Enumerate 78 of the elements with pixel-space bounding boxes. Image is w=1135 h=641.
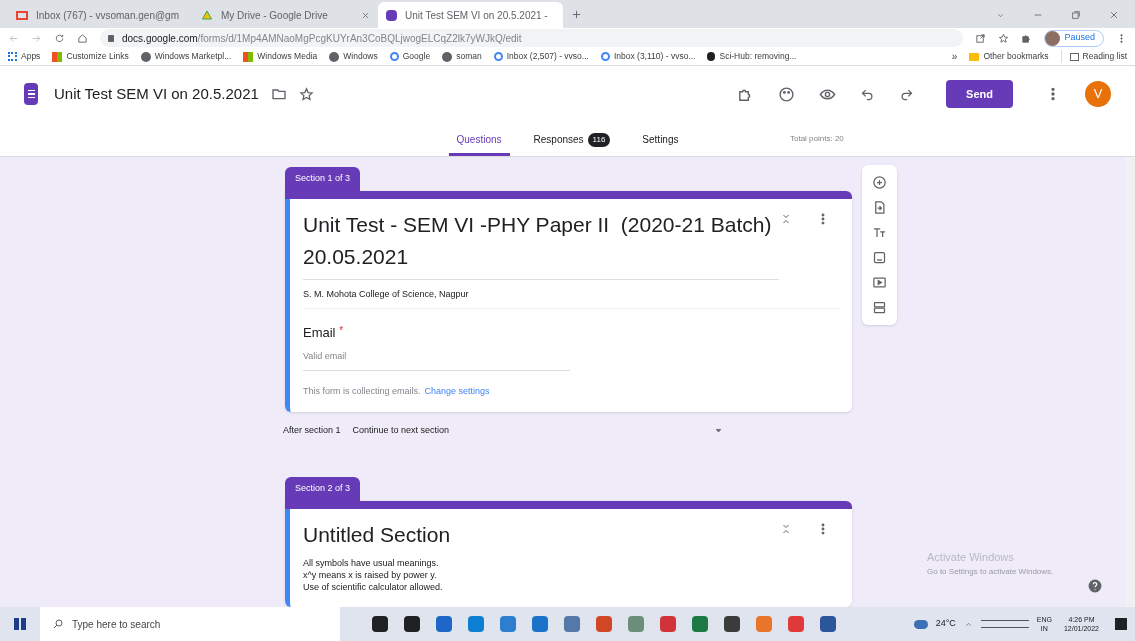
reload-icon[interactable] (54, 32, 65, 44)
collapse-icon[interactable] (780, 523, 792, 535)
star-icon[interactable] (998, 32, 1010, 44)
forms-logo-icon (24, 83, 38, 105)
close-icon[interactable] (361, 10, 370, 20)
triangle-icon (201, 9, 213, 21)
email-label: Email * (303, 323, 345, 342)
home-icon[interactable] (77, 32, 88, 44)
app-icon[interactable] (724, 616, 740, 632)
section-icon[interactable] (872, 300, 887, 315)
form-tab[interactable]: Settings (634, 126, 687, 156)
lock-icon (108, 34, 114, 42)
email-field[interactable]: Valid email (303, 350, 570, 371)
reading-list-button[interactable]: Reading list (1060, 50, 1127, 63)
form-title: Unit Test SEM VI on 20.5.2021 (54, 83, 259, 104)
info-text: This form is collecting emails. (303, 384, 421, 398)
browser-tab[interactable]: My Drive - Google Drive (193, 2, 378, 28)
mail-icon (16, 10, 28, 20)
bookmark-link[interactable]: soman (442, 50, 482, 63)
bookmark-link[interactable]: Windows Marketpl... (140, 50, 232, 63)
after-section-label: After section 1 (283, 424, 341, 438)
app-icon[interactable] (820, 616, 836, 632)
bookmark-link[interactable]: Windows (329, 50, 378, 63)
bookmark-link[interactable]: Windows Media (243, 50, 318, 63)
collapse-icon[interactable] (780, 212, 792, 225)
help-icon[interactable] (1088, 579, 1102, 593)
bookmark-folder[interactable]: Other bookmarks (969, 50, 1049, 63)
description-text: Use of scientific calculator allowed. (303, 581, 444, 593)
tab-title: My Drive - Google Drive (221, 8, 329, 23)
star-icon[interactable] (298, 86, 314, 102)
form-tab[interactable]: Questions (448, 126, 510, 156)
bookmark-link[interactable]: Apps (8, 50, 41, 63)
activation-note: Go to Settings to activate Windows. (927, 565, 1054, 578)
taskbar-search-field[interactable]: Type here to search (40, 607, 340, 641)
address-bar[interactable]: docs.google.com/forms/d/1Mp4AMNaoMgPcgKUYrAn3CoBQLjwogELCqZ2lk7yWJkQ/edit (100, 29, 964, 47)
text-format-icon[interactable] (872, 225, 887, 240)
avatar-icon (1045, 30, 1061, 46)
maximize-icon[interactable] (1071, 10, 1081, 20)
total-points-text: Total points: 20 (790, 133, 844, 145)
new-tab-icon[interactable] (571, 9, 582, 20)
tab-title: Unit Test SEM VI on 20.5.2021 - (405, 8, 548, 23)
browser-tab[interactable]: Unit Test SEM VI on 20.5.2021 - (378, 2, 563, 28)
bookmark-link[interactable]: Inbox (2,507) - vvso... (493, 50, 589, 63)
activation-title: Activate Windows (927, 550, 1015, 565)
count-badge: 116 (587, 132, 611, 147)
app-icon[interactable] (372, 616, 388, 632)
form-tab[interactable]: Responses 116 (525, 126, 619, 156)
search-icon (52, 618, 64, 630)
close-icon[interactable] (1109, 10, 1119, 20)
navigation-dropdown[interactable]: Continue to next section (352, 424, 723, 438)
folder-icon[interactable] (270, 86, 287, 102)
app-icon[interactable] (404, 616, 420, 632)
cloud-icon (913, 619, 928, 629)
bookmark-link[interactable]: Sci-Hub: removing... (707, 50, 797, 63)
puzzle-icon[interactable] (1021, 32, 1033, 44)
bookmark-link[interactable]: Inbox (3,110) - vvso... (600, 50, 696, 63)
description-text: S. M. Mohota College of Science, Nagpur (303, 279, 839, 309)
tab-title: Inbox (767) - vvsoman.gen@gm (36, 8, 179, 23)
avatar: V (1085, 81, 1111, 107)
scrollbar[interactable] (1125, 157, 1135, 607)
description-text: All symbols have usual meanings. (303, 557, 440, 569)
add-circle-icon[interactable] (872, 175, 887, 190)
url-text: docs.google.com/forms/d/1Mp4AMNaoMgPcgKUYrAn3CoBQLjwogELCqZ2lk7yWJkQ/edit (122, 31, 522, 46)
bookmark-link[interactable]: Google (389, 50, 431, 63)
bookmark-link[interactable]: Customize Links (52, 50, 129, 63)
forms-icon (386, 9, 397, 21)
change-settings-link[interactable]: Change settings (424, 384, 490, 399)
weather-text: 24°C (935, 617, 956, 631)
share-icon[interactable] (975, 32, 987, 44)
description-text: x^y means x is raised by power y. (303, 569, 438, 581)
video-icon[interactable] (872, 275, 887, 290)
section-title: Untitled Section (303, 522, 452, 548)
section-title: Unit Test - SEM VI -PHY Paper II (2020-21 Batch) 20.05.2021 (303, 208, 779, 280)
overflow-link[interactable]: » (951, 49, 958, 64)
import-icon[interactable] (872, 200, 887, 215)
send-button[interactable]: Send (946, 80, 1013, 108)
image-icon[interactable] (872, 250, 887, 265)
palette-icon[interactable] (778, 85, 796, 103)
